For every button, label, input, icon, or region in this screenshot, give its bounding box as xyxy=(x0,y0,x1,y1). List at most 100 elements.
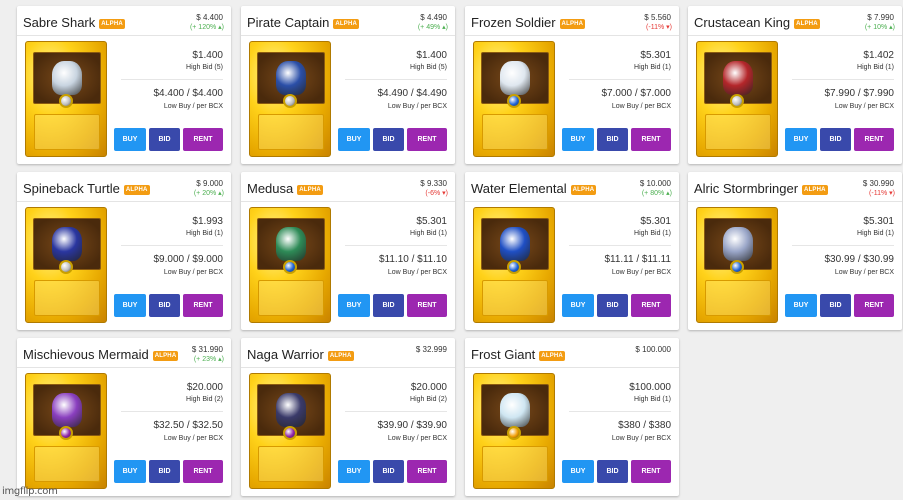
rent-button[interactable]: RENT xyxy=(183,294,223,317)
card-art[interactable] xyxy=(696,41,778,157)
market-price: $ 5.560 xyxy=(644,13,671,22)
bid-button[interactable]: BID xyxy=(373,294,404,317)
bid-button[interactable]: BID xyxy=(597,294,628,317)
card-name[interactable]: Water Elemental ALPHA xyxy=(471,181,597,196)
action-buttons: BUY BID RENT xyxy=(114,128,223,151)
card-medusa[interactable]: Medusa ALPHA $ 9.330 (-6% ▾) $5.301 High … xyxy=(241,172,455,330)
edition-badge: ALPHA xyxy=(570,185,597,195)
card-alric-stormbringer[interactable]: Alric Stormbringer ALPHA $ 30.990 (-11% ▾… xyxy=(688,172,902,330)
bid-button[interactable]: BID xyxy=(820,294,851,317)
high-bid-value: $5.301 xyxy=(416,216,447,227)
card-name[interactable]: Alric Stormbringer ALPHA xyxy=(694,181,828,196)
rent-button[interactable]: RENT xyxy=(854,294,894,317)
card-crustacean-king[interactable]: Crustacean King ALPHA $ 7.990 (+ 10% ▴) $… xyxy=(688,6,902,164)
bid-button[interactable]: BID xyxy=(597,128,628,151)
rent-button[interactable]: RENT xyxy=(407,460,447,483)
card-name-text[interactable]: Naga Warrior xyxy=(247,347,324,362)
rent-button[interactable]: RENT xyxy=(183,128,223,151)
high-bid-value: $20.000 xyxy=(186,382,223,393)
card-art[interactable] xyxy=(473,207,555,323)
card-sabre-shark[interactable]: Sabre Shark ALPHA $ 4.400 (+ 120% ▴) $1.4… xyxy=(17,6,231,164)
card-name[interactable]: Naga Warrior ALPHA xyxy=(247,347,354,362)
buy-button[interactable]: BUY xyxy=(114,128,146,151)
buy-button[interactable]: BUY xyxy=(114,460,146,483)
action-buttons: BUY BID RENT xyxy=(114,294,223,317)
high-bid-value: $1.400 xyxy=(192,50,223,61)
card-name[interactable]: Spineback Turtle ALPHA xyxy=(23,181,150,196)
card-header: Frost Giant ALPHA $ 100.000 xyxy=(465,338,679,368)
bid-button[interactable]: BID xyxy=(373,460,404,483)
card-name[interactable]: Frozen Soldier ALPHA xyxy=(471,15,586,30)
high-bid-label: High Bid (2) xyxy=(186,396,223,403)
buy-button[interactable]: BUY xyxy=(785,294,817,317)
market-price: $ 32.999 xyxy=(415,345,447,354)
buy-button[interactable]: BUY xyxy=(114,294,146,317)
card-name[interactable]: Sabre Shark ALPHA xyxy=(23,15,125,30)
card-name-text[interactable]: Spineback Turtle xyxy=(23,181,120,196)
rarity-orb-icon xyxy=(507,426,521,440)
card-pirate-captain[interactable]: Pirate Captain ALPHA $ 4.490 (+ 49% ▴) $1… xyxy=(241,6,455,164)
card-name[interactable]: Frost Giant ALPHA xyxy=(471,347,565,362)
card-name-text[interactable]: Crustacean King xyxy=(694,15,790,30)
rent-button[interactable]: RENT xyxy=(407,128,447,151)
rent-button[interactable]: RENT xyxy=(183,460,223,483)
card-name-text[interactable]: Frost Giant xyxy=(471,347,535,362)
buy-button[interactable]: BUY xyxy=(562,460,594,483)
rent-button[interactable]: RENT xyxy=(631,294,671,317)
card-art[interactable] xyxy=(25,207,107,323)
buy-button[interactable]: BUY xyxy=(338,460,370,483)
card-water-elemental[interactable]: Water Elemental ALPHA $ 10.000 (+ 80% ▴) … xyxy=(465,172,679,330)
card-name-text[interactable]: Pirate Captain xyxy=(247,15,329,30)
edition-badge: ALPHA xyxy=(152,351,179,361)
bid-button[interactable]: BID xyxy=(820,128,851,151)
card-art[interactable] xyxy=(249,41,331,157)
card-text-box xyxy=(705,114,771,150)
card-header: Frozen Soldier ALPHA $ 5.560 (-11% ▾) xyxy=(465,6,679,36)
card-name-text[interactable]: Sabre Shark xyxy=(23,15,95,30)
buy-button[interactable]: BUY xyxy=(562,128,594,151)
monster-figure xyxy=(723,61,753,95)
divider xyxy=(345,411,447,412)
bid-button[interactable]: BID xyxy=(597,460,628,483)
low-buy-label: Low Buy / per BCX xyxy=(834,103,894,110)
card-name[interactable]: Pirate Captain ALPHA xyxy=(247,15,360,30)
card-mischievous-mermaid[interactable]: Mischievous Mermaid ALPHA $ 31.990 (+ 23%… xyxy=(17,338,231,496)
card-art[interactable] xyxy=(473,41,555,157)
rent-button[interactable]: RENT xyxy=(854,128,894,151)
divider xyxy=(121,411,223,412)
card-name-text[interactable]: Frozen Soldier xyxy=(471,15,556,30)
card-name[interactable]: Medusa ALPHA xyxy=(247,181,323,196)
buy-button[interactable]: BUY xyxy=(562,294,594,317)
card-art[interactable] xyxy=(25,41,107,157)
card-frozen-soldier[interactable]: Frozen Soldier ALPHA $ 5.560 (-11% ▾) $5.… xyxy=(465,6,679,164)
buy-button[interactable]: BUY xyxy=(785,128,817,151)
card-spineback-turtle[interactable]: Spineback Turtle ALPHA $ 9.000 (+ 20% ▴) … xyxy=(17,172,231,330)
buy-button[interactable]: BUY xyxy=(338,128,370,151)
card-art[interactable] xyxy=(249,207,331,323)
rent-button[interactable]: RENT xyxy=(631,128,671,151)
card-name-text[interactable]: Mischievous Mermaid xyxy=(23,347,149,362)
card-name-text[interactable]: Alric Stormbringer xyxy=(694,181,798,196)
card-art[interactable] xyxy=(25,373,107,489)
card-name[interactable]: Mischievous Mermaid ALPHA xyxy=(23,347,179,362)
bid-button[interactable]: BID xyxy=(373,128,404,151)
card-name[interactable]: Crustacean King ALPHA xyxy=(694,15,820,30)
card-art[interactable] xyxy=(473,373,555,489)
rent-button[interactable]: RENT xyxy=(407,294,447,317)
high-bid-value: $100.000 xyxy=(629,382,671,393)
low-buy-label: Low Buy / per BCX xyxy=(163,435,223,442)
bid-button[interactable]: BID xyxy=(149,460,180,483)
card-name-text[interactable]: Water Elemental xyxy=(471,181,567,196)
bid-button[interactable]: BID xyxy=(149,128,180,151)
card-naga-warrior[interactable]: Naga Warrior ALPHA $ 32.999 $20.000 High … xyxy=(241,338,455,496)
card-art[interactable] xyxy=(696,207,778,323)
bid-button[interactable]: BID xyxy=(149,294,180,317)
card-text-box xyxy=(482,446,548,482)
rent-button[interactable]: RENT xyxy=(631,460,671,483)
high-bid-value: $5.301 xyxy=(863,216,894,227)
price-change: (+ 80% ▴) xyxy=(641,190,672,197)
card-frost-giant[interactable]: Frost Giant ALPHA $ 100.000 $100.000 High… xyxy=(465,338,679,496)
card-art[interactable] xyxy=(249,373,331,489)
buy-button[interactable]: BUY xyxy=(338,294,370,317)
card-name-text[interactable]: Medusa xyxy=(247,181,293,196)
